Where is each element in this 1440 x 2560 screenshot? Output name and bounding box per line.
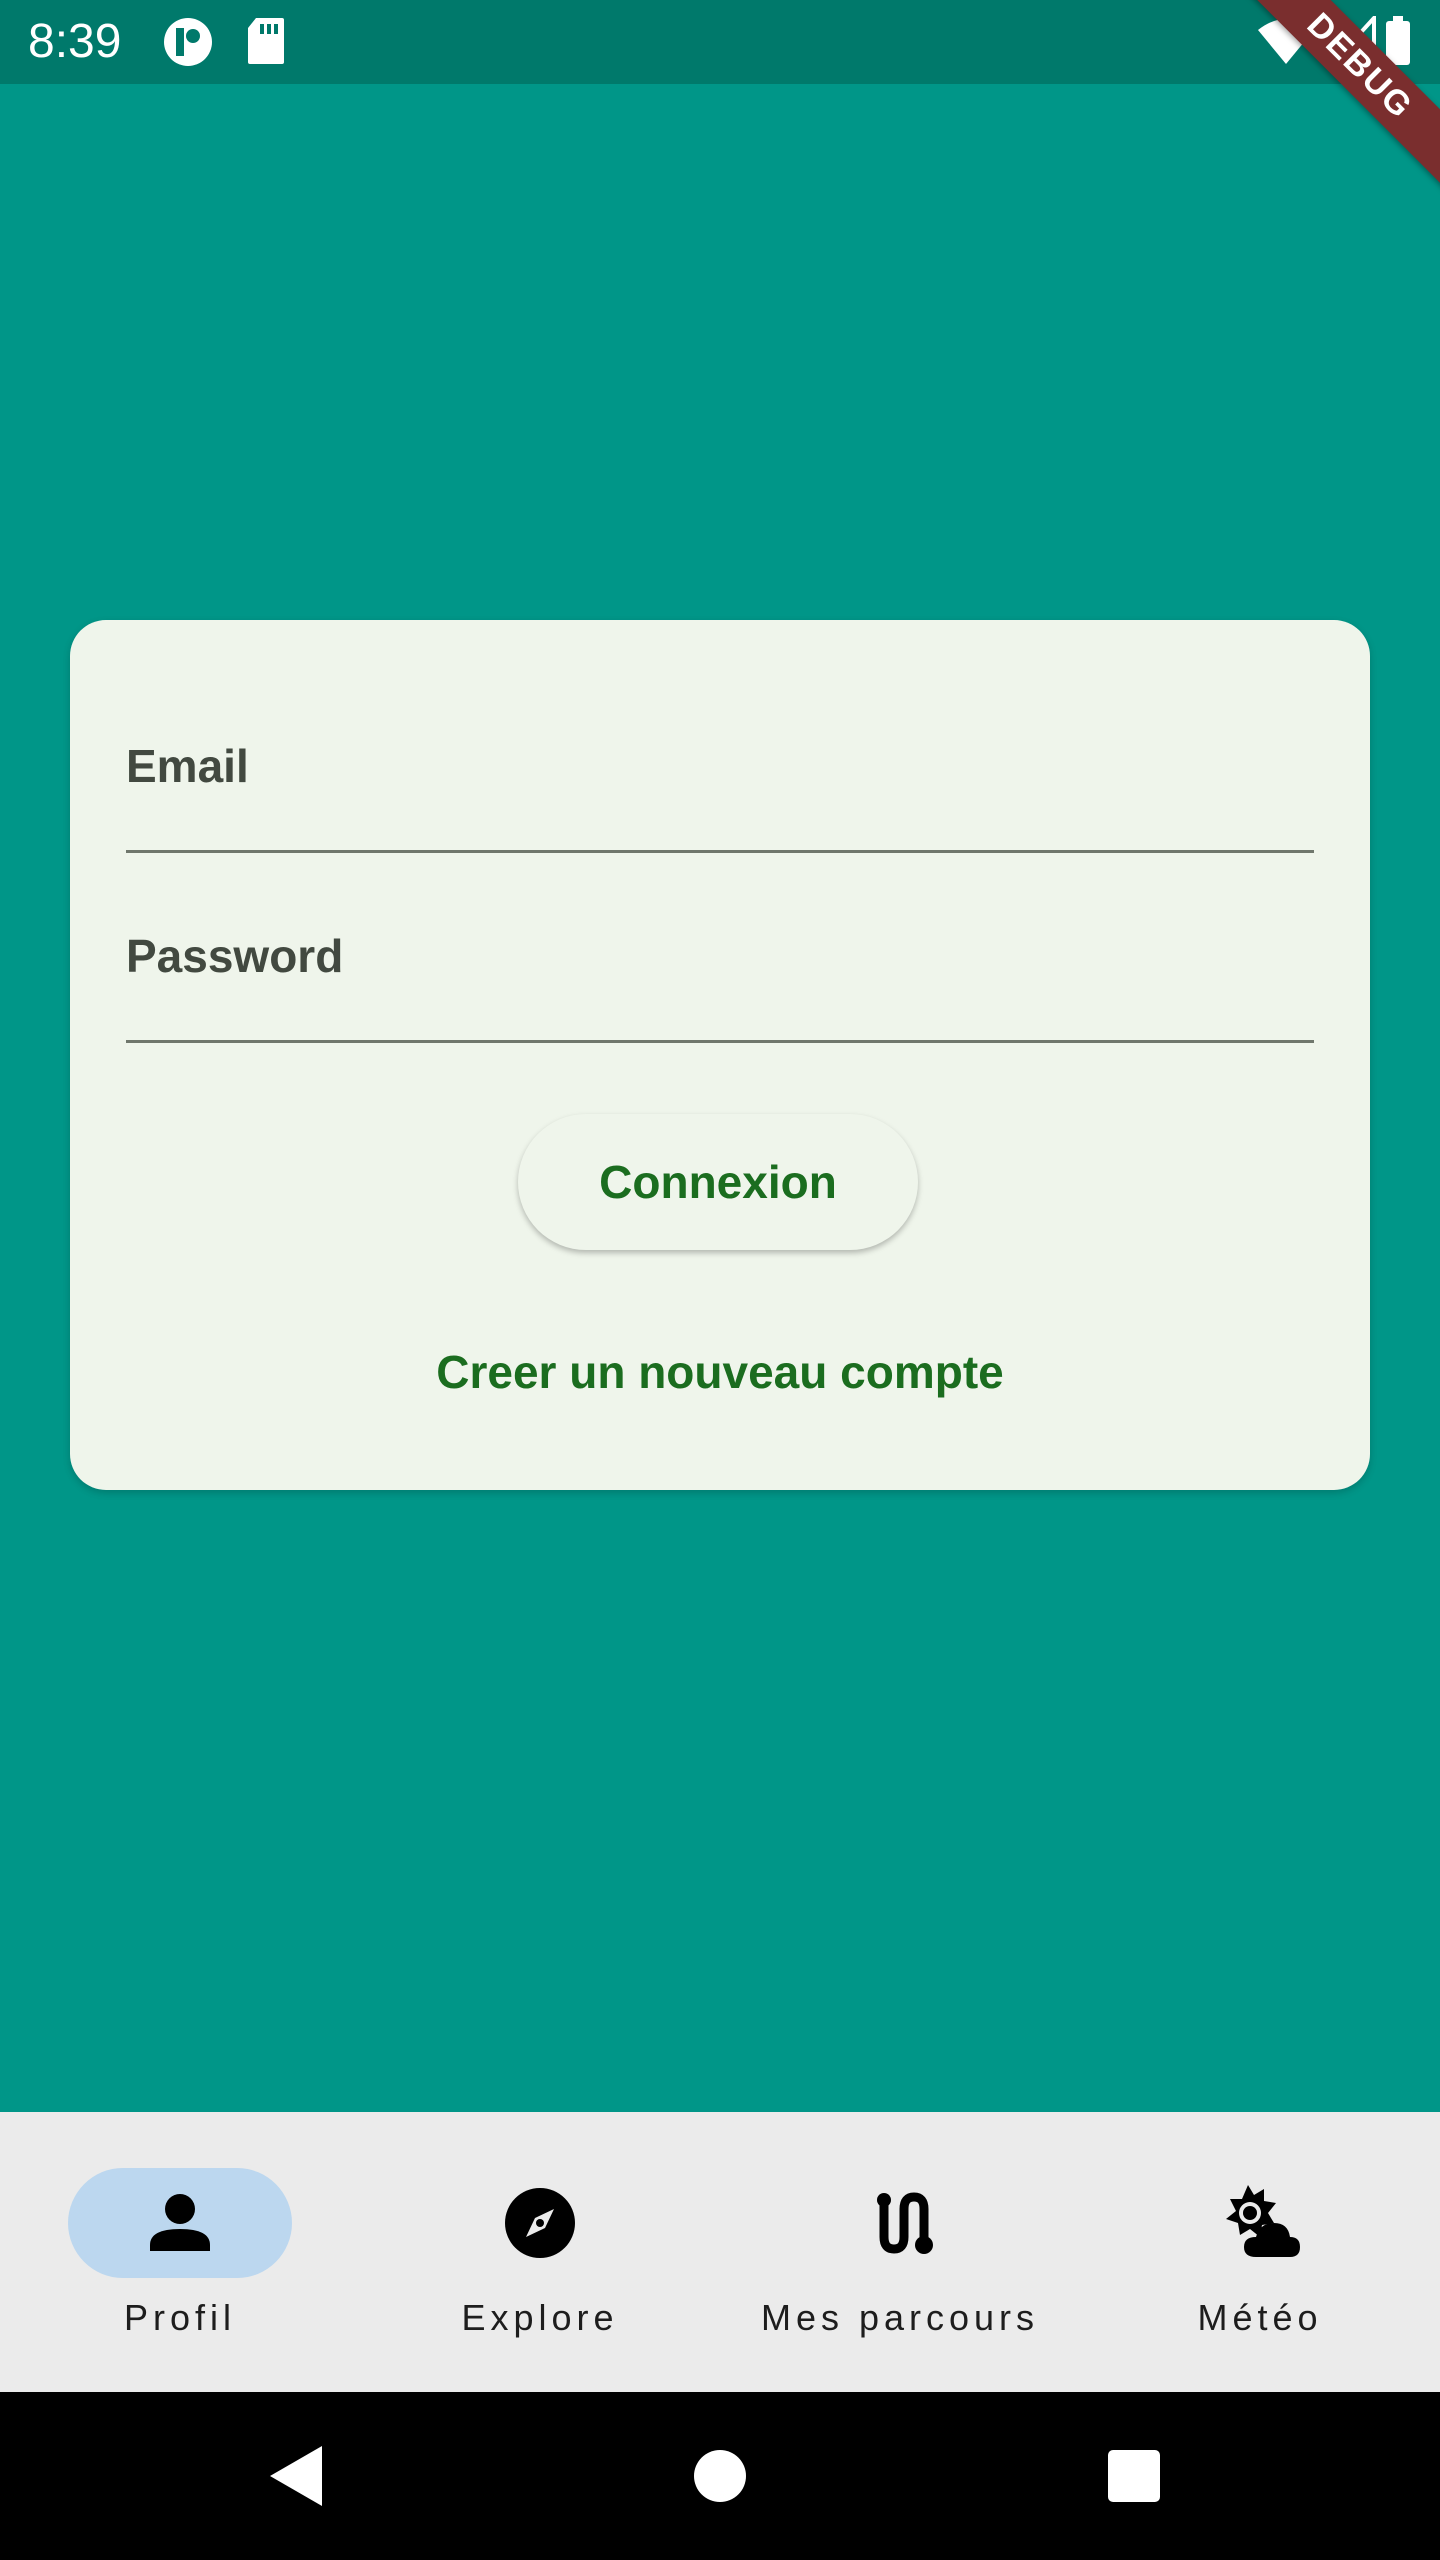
status-time: 8:39 xyxy=(28,15,122,68)
nav-label-explore: Explore xyxy=(461,2297,619,2338)
email-input[interactable] xyxy=(126,720,1318,852)
weather-icon xyxy=(1226,2185,1300,2257)
nav-item-mes-parcours[interactable]: Mes parcours xyxy=(720,2112,1080,2392)
nav-item-profil[interactable]: Profil xyxy=(0,2112,360,2392)
nav-label-mes-parcours: Mes parcours xyxy=(760,2297,1040,2338)
password-input[interactable] xyxy=(126,910,1318,1042)
route-icon xyxy=(877,2192,933,2254)
password-field[interactable]: Password xyxy=(126,910,1318,1043)
bottom-nav: Profil Explore Mes parcours Météo xyxy=(0,2112,1440,2392)
status-bar: 8:39 DEBUG xyxy=(0,0,1440,191)
nav-label-meteo: Météo xyxy=(1197,2297,1323,2338)
nav-label-profil: Profil xyxy=(123,2297,237,2338)
home-icon[interactable] xyxy=(680,2436,760,2516)
person-icon xyxy=(150,2194,210,2251)
create-account-link[interactable]: Creer un nouveau compte xyxy=(70,1320,1370,1424)
app-notification-icon xyxy=(164,18,212,66)
login-card: Email Password Connexion Creer un nouvea… xyxy=(70,620,1370,1490)
recents-icon[interactable] xyxy=(1094,2436,1174,2516)
back-icon[interactable] xyxy=(260,2436,340,2516)
compass-icon xyxy=(505,2188,575,2258)
nav-item-explore[interactable]: Explore xyxy=(360,2112,720,2392)
connexion-button[interactable]: Connexion xyxy=(518,1114,918,1250)
system-nav-bar xyxy=(0,2392,1440,2560)
nav-item-meteo[interactable]: Météo xyxy=(1080,2112,1440,2392)
email-field[interactable]: Email xyxy=(126,720,1318,853)
sd-card-icon xyxy=(248,18,284,64)
